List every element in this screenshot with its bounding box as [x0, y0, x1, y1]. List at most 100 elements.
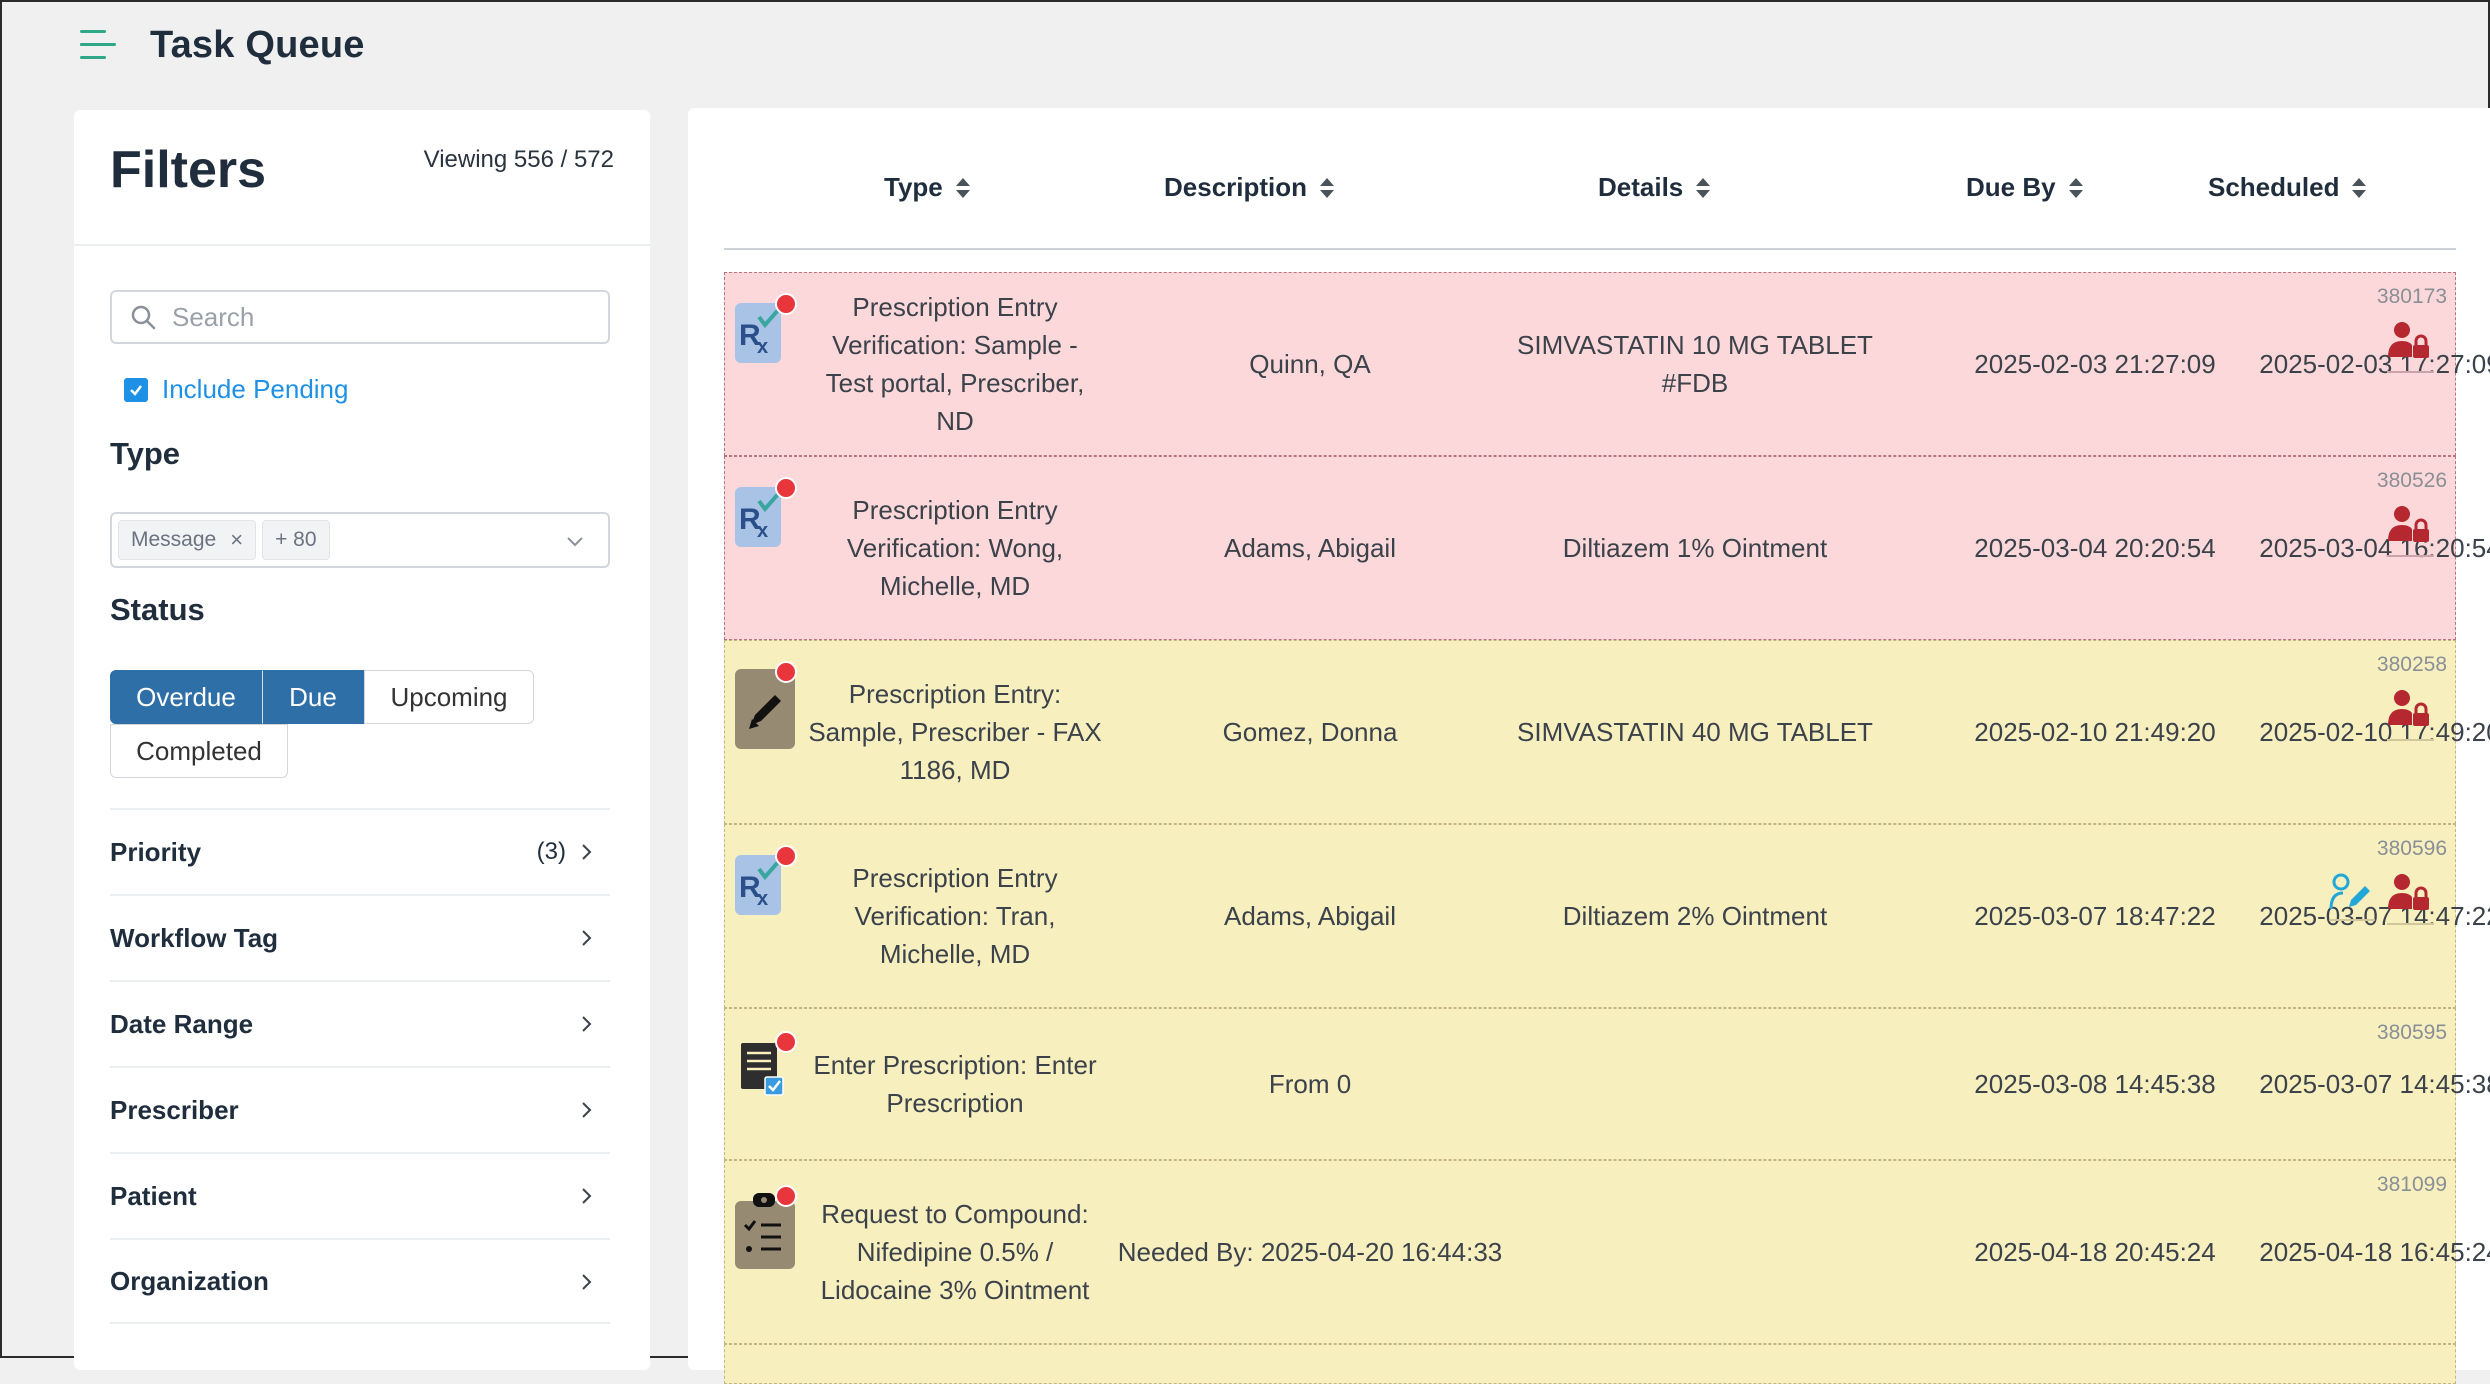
chevron-right-icon — [582, 930, 592, 946]
row-type: Prescription Entry Verification: Tran, M… — [852, 863, 1058, 969]
svg-text:x: x — [757, 336, 768, 358]
user-lock-icon[interactable] — [2387, 505, 2433, 557]
filter-workflow-tag[interactable]: Workflow Tag — [110, 894, 610, 980]
filter-prescriber[interactable]: Prescriber — [110, 1066, 610, 1152]
notification-dot — [775, 293, 797, 315]
column-due-by[interactable]: Due By — [1966, 172, 2084, 203]
type-select[interactable]: Message × + 80 — [110, 512, 610, 568]
row-id: 381099 — [2376, 1173, 2447, 1196]
type-more-label: + 80 — [275, 528, 317, 551]
row-description: Quinn, QA — [1249, 349, 1371, 379]
include-pending-toggle[interactable]: Include Pending — [124, 374, 348, 405]
status-completed-button[interactable]: Completed — [110, 724, 288, 778]
viewing-count: Viewing 556 / 572 — [423, 146, 614, 173]
sort-icon — [2352, 177, 2367, 198]
table-header: Type Description Details Due By Schedule… — [724, 108, 2456, 250]
row-description: Gomez, Donna — [1222, 717, 1398, 747]
notification-dot — [775, 1031, 797, 1053]
menu-icon[interactable] — [80, 26, 120, 64]
row-id: 380595 — [2376, 1021, 2447, 1044]
filters-panel: Filters Viewing 556 / 572 Include Pendin… — [74, 110, 650, 1370]
row-id: 380596 — [2376, 837, 2447, 860]
row-id: 380258 — [2376, 653, 2447, 676]
table-row[interactable]: Rx Prescription Entry Verification: Tran… — [724, 824, 2490, 1008]
filter-date-range[interactable]: Date Range — [110, 980, 610, 1066]
filter-patient[interactable]: Patient — [110, 1152, 610, 1238]
search-icon — [131, 305, 156, 330]
row-details — [1485, 1009, 1905, 1159]
notification-dot — [775, 1185, 797, 1207]
row-description: From 0 — [1268, 1069, 1352, 1099]
table-row[interactable]: Prescription Entry: Sample, Prescriber -… — [724, 640, 2490, 824]
filter-patient-label: Patient — [110, 1180, 197, 1211]
type-section-title: Type — [110, 436, 181, 471]
column-details[interactable]: Details — [1598, 172, 1711, 203]
document-icon — [733, 1031, 797, 1107]
row-type: Prescription Entry Verification: Sample … — [825, 292, 1085, 436]
row-details: Diltiazem 1% Ointment — [1562, 533, 1828, 563]
row-details — [1485, 1161, 1905, 1343]
column-description-label: Description — [1164, 172, 1308, 202]
status-due-button[interactable]: Due — [262, 670, 364, 724]
include-pending-checkbox[interactable] — [124, 377, 148, 402]
search-box[interactable] — [110, 290, 610, 344]
row-type: Enter Prescription: Enter Prescription — [813, 1050, 1097, 1118]
row-type: Prescription Entry Verification: Wong, M… — [846, 495, 1064, 601]
type-more-tag: + 80 — [262, 520, 330, 560]
column-scheduled[interactable]: Scheduled — [2208, 172, 2367, 203]
chevron-right-icon — [582, 1102, 592, 1118]
sort-icon — [2068, 177, 2083, 198]
rx-verify-icon: Rx — [733, 477, 797, 553]
chevron-right-icon — [582, 1188, 592, 1204]
filter-date-range-label: Date Range — [110, 1008, 254, 1039]
filter-priority-count: (3) — [536, 838, 566, 865]
user-edit-icon[interactable] — [2329, 873, 2375, 921]
filter-organization-label: Organization — [110, 1265, 269, 1296]
row-id: 380526 — [2376, 469, 2447, 492]
row-description: Adams, Abigail — [1224, 901, 1396, 931]
row-details: SIMVASTATIN 40 MG TABLET — [1517, 717, 1873, 747]
status-section-title: Status — [110, 592, 205, 627]
include-pending-label: Include Pending — [162, 374, 349, 404]
page-title: Task Queue — [150, 23, 365, 66]
table-row[interactable]: Rx Prescription Entry Verification: Wong… — [724, 456, 2490, 640]
user-lock-icon[interactable] — [2387, 873, 2433, 925]
column-details-label: Details — [1598, 172, 1684, 202]
sort-icon — [1696, 177, 1711, 198]
chevron-right-icon — [582, 1274, 592, 1290]
notification-dot — [775, 661, 797, 683]
chevron-down-icon[interactable] — [564, 530, 586, 552]
task-table-panel: Type Description Details Due By Schedule… — [688, 108, 2490, 1384]
svg-text:x: x — [757, 520, 768, 542]
row-type: Request to Compound: Nifedipine 0.5% / L… — [820, 1199, 1090, 1305]
user-lock-icon[interactable] — [2387, 689, 2433, 741]
chevron-right-icon — [582, 844, 592, 860]
status-overdue-button[interactable]: Overdue — [110, 670, 262, 724]
status-upcoming-button[interactable]: Upcoming — [364, 670, 534, 724]
type-tag-label: Message — [131, 528, 217, 551]
search-input[interactable] — [170, 300, 574, 334]
notification-dot — [775, 845, 797, 867]
clipboard-icon — [733, 1185, 797, 1269]
pencil-icon — [733, 661, 797, 749]
table-row[interactable]: Enter Prescription: Enter Prescription F… — [724, 1008, 2490, 1160]
sort-icon — [955, 177, 970, 198]
row-description: Needed By: 2025-04-20 16:44:33 — [1117, 1237, 1503, 1267]
filter-priority-label: Priority — [110, 836, 202, 867]
filter-workflow-tag-label: Workflow Tag — [110, 922, 279, 953]
row-details: Diltiazem 2% Ointment — [1562, 901, 1828, 931]
row-details: SIMVASTATIN 10 MG TABLET #FDB — [1517, 330, 1873, 398]
table-row[interactable]: Rx Prescription Entry Verification: Samp… — [724, 272, 2490, 456]
type-tag: Message × — [118, 520, 257, 560]
table-row[interactable]: Request to Compound: Nifedipine 0.5% / L… — [724, 1160, 2490, 1344]
filter-prescriber-label: Prescriber — [110, 1094, 239, 1125]
row-description: Adams, Abigail — [1224, 533, 1396, 563]
remove-tag-icon[interactable]: × — [230, 527, 243, 553]
column-description[interactable]: Description — [1164, 172, 1335, 203]
user-lock-icon[interactable] — [2387, 321, 2433, 373]
page-header: Task Queue — [80, 20, 365, 70]
column-type[interactable]: Type — [884, 172, 971, 203]
filter-organization[interactable]: Organization — [110, 1238, 610, 1324]
filter-priority[interactable]: Priority (3) — [110, 808, 610, 894]
table-row[interactable] — [724, 1344, 2456, 1384]
